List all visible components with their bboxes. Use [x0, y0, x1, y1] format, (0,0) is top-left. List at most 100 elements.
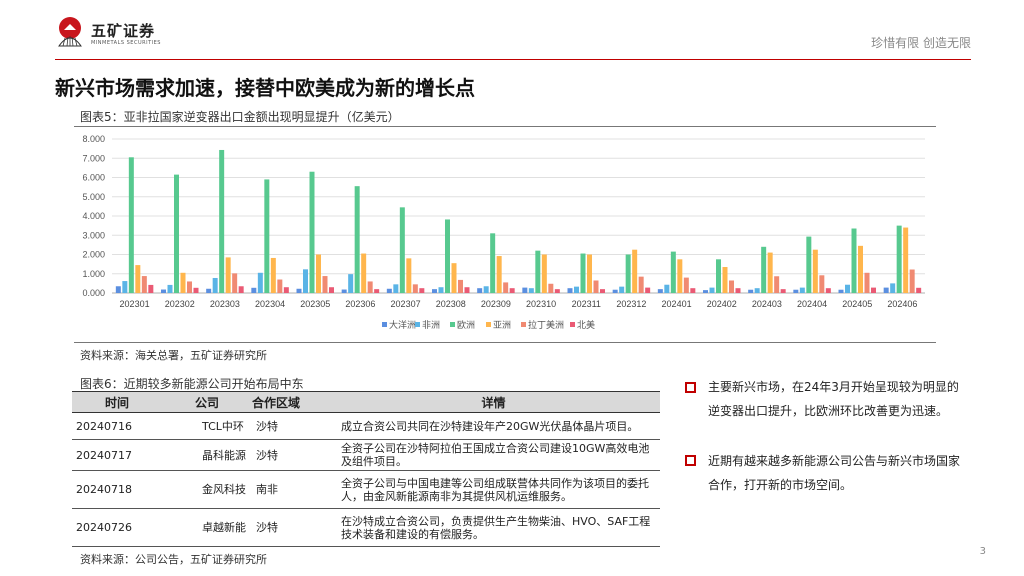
chart-caption: 图表5：亚非拉国家逆变器出口金额出现明显提升（亿美元）: [80, 110, 400, 124]
bar-0: [612, 289, 618, 293]
x-tick-label: 202405: [842, 299, 872, 309]
bullet-text: 近期有越来越多新能源公司公告与新兴市场国家合作，打开新的市场空间。: [708, 454, 961, 492]
bar-1: [845, 284, 850, 293]
bar-3: [903, 227, 909, 293]
bar-1: [664, 284, 670, 293]
table-source: 资料来源：公司公告，五矿证券研究所: [80, 553, 267, 566]
x-tick-label: 202302: [165, 299, 195, 309]
bar-0: [477, 288, 483, 293]
header-region: 合作区域: [252, 391, 327, 413]
bar-1: [438, 287, 444, 293]
x-tick-label: 202310: [526, 299, 556, 309]
bar-3: [135, 265, 141, 293]
bar-5: [780, 289, 786, 293]
table-row: 20240718 金风科技 南非 全资子公司与中国电建等公司组成联营体共同作为该项目的…: [72, 470, 660, 509]
y-tick-label: 8.000: [82, 134, 105, 144]
bar-2: [128, 157, 134, 293]
bar-2: [445, 219, 450, 293]
slogan: 珍惜有限 创造无限: [871, 36, 971, 50]
y-tick-label: 5.000: [82, 192, 105, 202]
x-tick-label: 202306: [345, 299, 375, 309]
bar-5: [419, 288, 425, 293]
bar-0: [432, 289, 437, 293]
bar-3: [632, 249, 638, 293]
bar-3: [316, 254, 321, 293]
bar-2: [174, 174, 179, 293]
bar-2: [716, 259, 721, 293]
brand-name-en: MINMETALS SECURITIES: [91, 40, 161, 46]
x-tick-label: 202308: [436, 299, 466, 309]
bar-5: [148, 284, 154, 293]
bar-2: [761, 246, 767, 293]
cell-region: 沙特: [252, 439, 327, 471]
bar-4: [683, 277, 689, 293]
x-tick-label: 202303: [210, 299, 240, 309]
bar-4: [503, 282, 509, 293]
x-tick-label: 202404: [797, 299, 827, 309]
legend-label: 亚洲: [493, 320, 511, 331]
bar-3: [677, 259, 683, 293]
bar-0: [206, 288, 212, 293]
bar-2: [896, 225, 902, 293]
bar-1: [167, 284, 173, 293]
y-tick-label: 2.000: [82, 250, 105, 260]
legend-label: 拉丁美洲: [528, 319, 564, 331]
bar-5: [645, 287, 651, 293]
y-tick-label: 0.000: [82, 288, 105, 298]
legend-swatch: [521, 322, 526, 327]
bar-0: [793, 289, 799, 293]
legend-swatch: [415, 322, 420, 327]
bar-1: [212, 277, 218, 293]
bar-5: [193, 287, 199, 293]
page-title: 新兴市场需求加速，接替中欧美成为新的增长点: [55, 76, 475, 100]
bar-5: [690, 288, 696, 293]
x-tick-label: 202305: [300, 299, 330, 309]
cell-region: 南非: [252, 470, 327, 509]
bar-0: [251, 287, 257, 293]
bar-5: [238, 286, 244, 293]
bar-1: [890, 283, 896, 293]
x-tick-label: 202403: [752, 299, 782, 309]
bar-2: [670, 251, 676, 293]
bar-4: [909, 269, 915, 293]
legend-label: 欧洲: [457, 319, 475, 331]
bar-4: [322, 276, 328, 293]
brand-name: 五矿证券: [91, 22, 156, 40]
cell-region: 沙特: [252, 508, 327, 547]
cell-details: 成立合资公司共同在沙特建设年产20GW光伏晶体晶片项目。: [327, 412, 660, 440]
bar-3: [496, 256, 502, 293]
bar-5: [464, 287, 470, 293]
x-tick-label: 202309: [481, 299, 511, 309]
bar-3: [858, 245, 863, 293]
y-tick-label: 6.000: [82, 173, 105, 183]
bar-3: [361, 253, 367, 293]
bar-0: [748, 289, 754, 293]
x-tick-label: 202401: [662, 299, 692, 309]
bar-3: [587, 254, 592, 293]
x-tick-label: 202312: [616, 299, 646, 309]
cell-date: 20240726: [72, 508, 162, 547]
legend-swatch: [450, 322, 455, 327]
bar-2: [625, 254, 631, 293]
bar-2: [399, 207, 405, 293]
bar-3: [225, 257, 231, 293]
bar-0: [386, 288, 392, 293]
legend-swatch: [382, 322, 387, 327]
x-tick-label: 202406: [887, 299, 917, 309]
bar-5: [916, 287, 922, 293]
bar-2: [309, 171, 315, 293]
bar-1: [709, 287, 715, 293]
bar-3: [767, 252, 773, 293]
cell-company: 金风科技: [162, 470, 252, 509]
legend-swatch: [486, 322, 491, 327]
chart-bottom-divider: [74, 342, 936, 343]
bar-5: [871, 287, 876, 293]
bar-5: [329, 287, 334, 293]
bar-3: [541, 254, 547, 293]
bar-1: [122, 281, 128, 293]
bar-2: [490, 233, 496, 293]
cooperation-table: 时间 公司 合作区域 详情 20240716 TCL中环 沙特 成立合资公司共同在沙特…: [72, 391, 660, 547]
table-row: 20240726 卓越新能 沙特 在沙特成立合资公司，负责提供生产生物柴油、HVO、S…: [72, 508, 660, 547]
logo-emblem-icon: [58, 17, 82, 47]
bullet-square-icon: [685, 382, 696, 393]
